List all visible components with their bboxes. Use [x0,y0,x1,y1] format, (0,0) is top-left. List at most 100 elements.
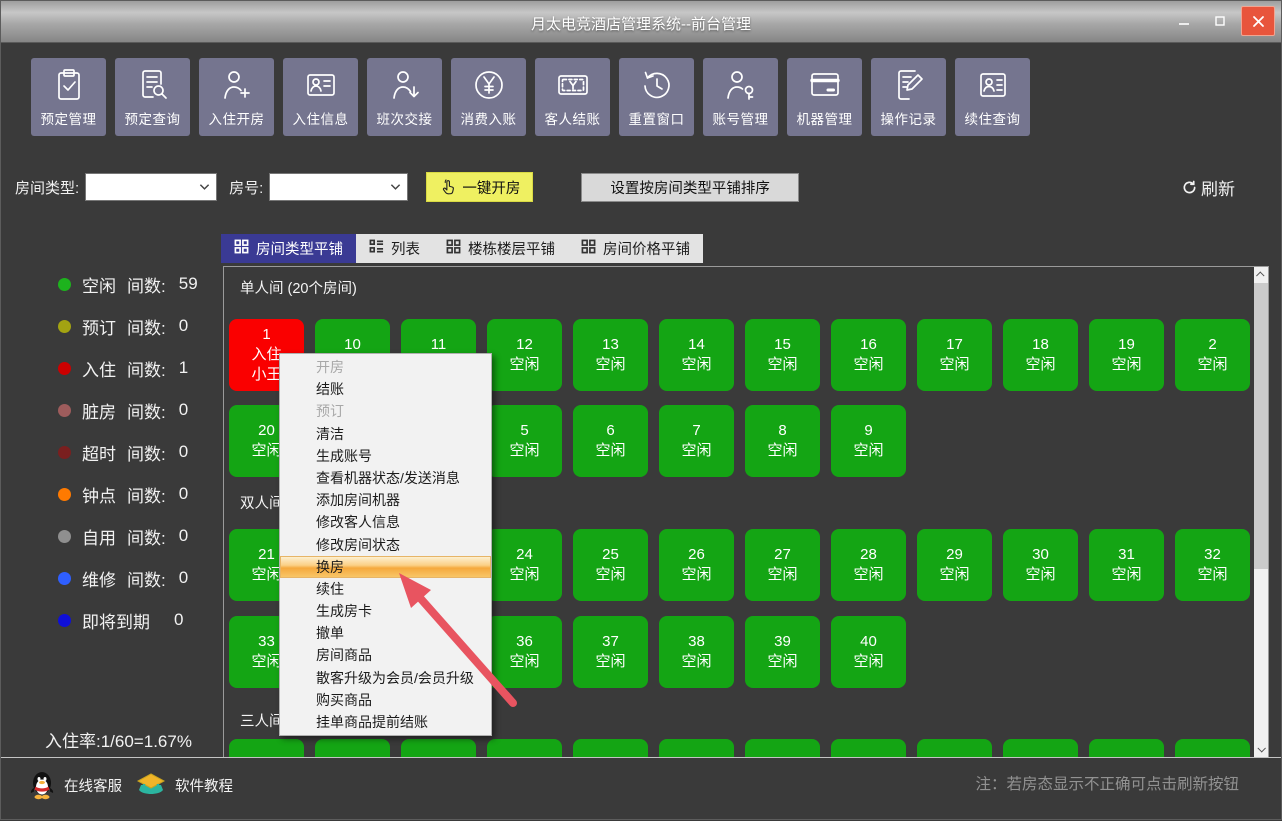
room-card[interactable] [1175,739,1250,758]
room-status: 空闲 [595,652,625,672]
room-card-2[interactable]: 2空闲 [1175,319,1250,391]
minimize-button[interactable] [1169,6,1199,36]
room-card-29[interactable]: 29空闲 [917,529,992,601]
room-card[interactable] [401,739,476,758]
room-card-27[interactable]: 27空闲 [745,529,820,601]
menu-item-6[interactable]: 添加房间机器 [280,489,491,511]
toolbar-button-document-search[interactable]: 预定查询 [115,58,190,136]
toolbar-button-edit-note[interactable]: 操作记录 [871,58,946,136]
menu-item-3[interactable]: 清洁 [280,423,491,445]
vertical-scrollbar[interactable] [1254,267,1268,757]
room-status: 空闲 [509,355,539,375]
toolbar-button-person-handover[interactable]: 班次交接 [367,58,442,136]
tab-room-type-tile[interactable]: 房间类型平铺 [221,234,356,263]
menu-item-8[interactable]: 修改房间状态 [280,534,491,556]
room-card[interactable] [487,739,562,758]
room-card-7[interactable]: 7空闲 [659,405,734,477]
menu-item-14[interactable]: 散客升级为会员/会员升级 [280,667,491,689]
menu-item-12[interactable]: 撤单 [280,622,491,644]
menu-item-13[interactable]: 房间商品 [280,644,491,666]
room-card-18[interactable]: 18空闲 [1003,319,1078,391]
section-header: 单人间 (20个房间) [240,277,357,298]
room-card-40[interactable]: 40空闲 [831,616,906,688]
room-card-39[interactable]: 39空闲 [745,616,820,688]
room-card-8[interactable]: 8空闲 [745,405,820,477]
maximize-button[interactable] [1205,6,1235,36]
room-card-36[interactable]: 36空闲 [487,616,562,688]
room-card[interactable] [917,739,992,758]
room-card-14[interactable]: 14空闲 [659,319,734,391]
toolbar-button-id-card[interactable]: 入住信息 [283,58,358,136]
sort-by-room-type-button[interactable]: 设置按房间类型平铺排序 [581,173,799,202]
room-card[interactable] [315,739,390,758]
room-card[interactable] [1089,739,1164,758]
menu-item-11[interactable]: 生成房卡 [280,600,491,622]
menu-item-15[interactable]: 购买商品 [280,689,491,711]
room-card-31[interactable]: 31空闲 [1089,529,1164,601]
online-customer-service-link[interactable]: 在线客服 [29,770,122,800]
toolbar-button-clipboard-check[interactable]: 预定管理 [31,58,106,136]
room-card-38[interactable]: 38空闲 [659,616,734,688]
menu-item-1[interactable]: 结账 [280,378,491,400]
room-no-select[interactable] [269,173,408,201]
room-status: 空闲 [509,441,539,461]
toolbar-button-machine[interactable]: 机器管理 [787,58,862,136]
chevron-down-icon [199,183,210,191]
toolbar-button-person-key[interactable]: 账号管理 [703,58,778,136]
toolbar-button-yen-banknote[interactable]: 客人结账 [535,58,610,136]
room-card-28[interactable]: 28空闲 [831,529,906,601]
room-card-5[interactable]: 5空闲 [487,405,562,477]
toolbar-button-id-badge[interactable]: 续住查询 [955,58,1030,136]
room-card-25[interactable]: 25空闲 [573,529,648,601]
room-card-13[interactable]: 13空闲 [573,319,648,391]
menu-item-5[interactable]: 查看机器状态/发送消息 [280,467,491,489]
menu-item-4[interactable]: 生成账号 [280,445,491,467]
room-card[interactable] [1003,739,1078,758]
toolbar-button-yen-circle[interactable]: 消费入账 [451,58,526,136]
close-button[interactable] [1241,6,1275,36]
room-card-9[interactable]: 9空闲 [831,405,906,477]
scroll-down-button[interactable] [1254,741,1268,757]
room-card-37[interactable]: 37空闲 [573,616,648,688]
room-card-12[interactable]: 12空闲 [487,319,562,391]
room-number: 37 [602,632,619,652]
tab-label: 列表 [391,238,420,259]
room-card[interactable] [573,739,648,758]
room-card[interactable] [831,739,906,758]
room-card-15[interactable]: 15空闲 [745,319,820,391]
room-number: 21 [258,545,275,565]
scroll-up-button[interactable] [1254,267,1268,283]
toolbar-button-reset-clock[interactable]: 重置窗口 [619,58,694,136]
room-number: 39 [774,632,791,652]
room-card-6[interactable]: 6空闲 [573,405,648,477]
sort-by-room-type-label: 设置按房间类型平铺排序 [610,177,770,198]
room-card-26[interactable]: 26空闲 [659,529,734,601]
room-status: 空闲 [1197,355,1227,375]
online-customer-service-label: 在线客服 [64,775,122,796]
tab-building-floor-tile[interactable]: 楼栋楼层平铺 [433,234,568,263]
scrollbar-thumb[interactable] [1254,283,1268,569]
room-card-30[interactable]: 30空闲 [1003,529,1078,601]
menu-item-10[interactable]: 续住 [280,578,491,600]
room-card[interactable] [229,739,304,758]
room-card-17[interactable]: 17空闲 [917,319,992,391]
room-number: 5 [520,421,528,441]
room-card[interactable] [659,739,734,758]
room-card[interactable] [745,739,820,758]
room-type-select[interactable] [85,173,217,201]
room-number: 26 [688,545,705,565]
toolbar-button-person-add[interactable]: 入住开房 [199,58,274,136]
room-card-24[interactable]: 24空闲 [487,529,562,601]
tab-room-price-tile[interactable]: 房间价格平铺 [568,234,703,263]
quick-open-room-button[interactable]: 一键开房 [426,172,533,202]
minimize-icon [1178,15,1190,27]
software-tutorial-link[interactable]: 软件教程 [136,772,233,798]
refresh-button[interactable]: 刷新 [1182,175,1235,200]
menu-item-16[interactable]: 挂单商品提前结账 [280,711,491,733]
menu-item-9[interactable]: 换房 [280,556,491,578]
room-card-19[interactable]: 19空闲 [1089,319,1164,391]
room-card-32[interactable]: 32空闲 [1175,529,1250,601]
menu-item-7[interactable]: 修改客人信息 [280,511,491,533]
room-card-16[interactable]: 16空闲 [831,319,906,391]
tab-list[interactable]: 列表 [356,234,433,263]
